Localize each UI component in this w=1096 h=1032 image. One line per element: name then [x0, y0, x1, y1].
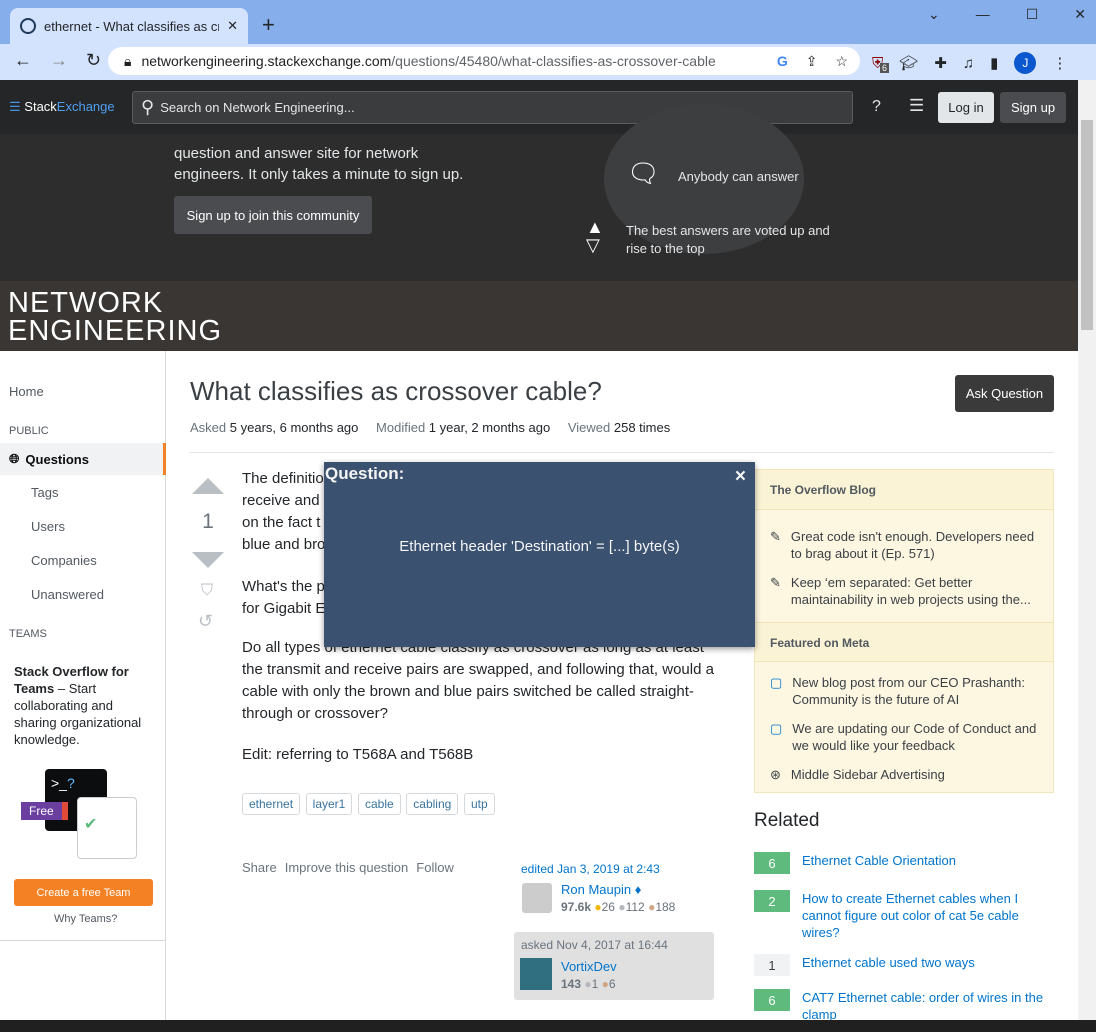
- vote-count: 1: [202, 510, 214, 533]
- question-meta: Asked 5 years, 6 months ago Modified 1 y…: [190, 420, 671, 435]
- browser-tab[interactable]: ethernet - What classifies as cross ✕: [10, 8, 248, 44]
- menu-icon[interactable]: ⋮: [1052, 54, 1067, 72]
- bookmark-icon[interactable]: ⛉: [201, 582, 213, 600]
- help-icon[interactable]: ?: [872, 98, 881, 116]
- tag-list: ethernet layer1 cable cabling utp: [242, 793, 497, 815]
- ublock-extension-icon[interactable]: ⛨ 6: [872, 55, 890, 73]
- nav-questions[interactable]: 🌐︎ Questions: [0, 443, 166, 475]
- chat-bubble-icon: ▢: [770, 675, 783, 690]
- reload-icon[interactable]: ↻: [86, 50, 101, 71]
- pencil-icon: ✎: [770, 575, 781, 590]
- forward-icon[interactable]: →: [50, 50, 68, 71]
- signup-button[interactable]: Sign up: [1000, 92, 1066, 123]
- google-icon[interactable]: G: [777, 53, 788, 70]
- meta-item[interactable]: ▢ We are updating our Code of Conduct and…: [755, 714, 1053, 760]
- stackexchange-logo[interactable]: ☰ StackExchange: [9, 99, 115, 115]
- related-item[interactable]: 6 Ethernet Cable Orientation: [754, 852, 1054, 874]
- maximize-icon[interactable]: ☐: [1026, 6, 1039, 23]
- meta-item[interactable]: ⊛ Middle Sidebar Advertising: [755, 760, 1053, 789]
- media-icon[interactable]: ♫: [963, 55, 974, 72]
- meta-item[interactable]: ▢ New blog post from our CEO Prashanth: C…: [755, 668, 1053, 714]
- tab-search-icon[interactable]: ⌄: [928, 6, 940, 23]
- blog-item[interactable]: ✎ Keep ‘em separated: Get better maintain…: [755, 568, 1053, 614]
- speech-bubble-icon: 🗨︎: [627, 158, 661, 188]
- extensions-puzzle-icon[interactable]: ✚: [934, 54, 947, 72]
- question-paragraph-3: Do all types of ethernet cable classify …: [242, 639, 714, 722]
- why-teams-link[interactable]: Why Teams?: [54, 913, 117, 925]
- close-tab-icon[interactable]: ✕: [227, 18, 238, 34]
- ask-question-button[interactable]: Ask Question: [955, 375, 1054, 412]
- blog-item[interactable]: ✎ Great code isn't enough. Developers nee…: [755, 522, 1053, 568]
- related-item[interactable]: 2 How to create Ethernet cables when I ca…: [754, 890, 1054, 941]
- login-button[interactable]: Log in: [938, 92, 994, 123]
- follow-link[interactable]: Follow: [416, 860, 454, 875]
- nav-users[interactable]: Users: [0, 510, 166, 542]
- scrollbar[interactable]: [1078, 80, 1096, 1020]
- create-team-button[interactable]: Create a free Team: [14, 879, 153, 906]
- chat-bubble-icon: ▢: [770, 721, 783, 736]
- bookmark-star-icon[interactable]: ☆: [835, 53, 848, 70]
- author-avatar[interactable]: [520, 958, 552, 990]
- overflow-blog-widget: The Overflow Blog ✎ Great code isn't enou…: [754, 469, 1054, 793]
- nav-tags[interactable]: Tags: [0, 476, 166, 508]
- editor-reputation: 97.6k ●26 ●112 ●188: [561, 900, 676, 914]
- related-item[interactable]: 6 CAT7 Ethernet cable: order of wires in …: [754, 989, 1054, 1023]
- address-bar[interactable]: 🔒︎ networkengineering.stackexchange.com/…: [108, 47, 860, 75]
- asked-card: asked Nov 4, 2017 at 16:44 VortixDev 143…: [514, 932, 714, 1000]
- profile-avatar[interactable]: J: [1014, 52, 1037, 74]
- site-switcher-icon[interactable]: ☰: [909, 96, 924, 116]
- nav-companies[interactable]: Companies: [0, 544, 166, 576]
- nav-unanswered[interactable]: Unanswered: [0, 578, 166, 610]
- taskbar-edge: [0, 1020, 1096, 1032]
- back-icon[interactable]: ←: [14, 50, 32, 71]
- share-icon[interactable]: ⇪: [806, 53, 818, 70]
- site-banner: NETWORK ENGINEERING: [0, 281, 1078, 351]
- minimize-icon[interactable]: —: [976, 6, 990, 23]
- side-panel-icon[interactable]: ▮: [990, 54, 998, 72]
- related-item[interactable]: 1 Ethernet cable used two ways: [754, 954, 1054, 976]
- downvote-button[interactable]: [192, 552, 224, 568]
- related-heading: Related: [754, 810, 820, 831]
- popup-question-text: Ethernet header 'Destination' = [...] by…: [399, 538, 680, 555]
- pencil-icon: ✎: [770, 529, 781, 544]
- tag-ethernet[interactable]: ethernet: [242, 793, 301, 815]
- signup-hero: question and answer site for network engi…: [0, 104, 1078, 281]
- lock-icon: 🔒︎: [124, 52, 132, 69]
- join-community-button[interactable]: Sign up to join this community: [174, 196, 372, 234]
- search-icon: ⚲: [141, 97, 155, 117]
- tag-layer1[interactable]: layer1: [305, 793, 353, 815]
- left-sidebar: Home PUBLIC 🌐︎ Questions Tags Users Compa…: [0, 351, 166, 1020]
- close-window-icon[interactable]: ✕: [1074, 6, 1086, 23]
- question-paragraph-4: Edit: referring to T568A and T568B: [242, 746, 474, 763]
- extension-icon[interactable]: 🎓︎: [899, 54, 918, 72]
- tag-cable[interactable]: cable: [357, 793, 401, 815]
- share-link[interactable]: Share: [242, 860, 277, 875]
- tag-utp[interactable]: utp: [463, 793, 495, 815]
- nav-home[interactable]: Home: [0, 375, 166, 407]
- history-icon[interactable]: ↺: [198, 611, 213, 632]
- globe-icon: 🌐︎: [9, 451, 20, 466]
- question-popup: Question: × Ethernet header 'Destination…: [324, 462, 755, 647]
- editor-name[interactable]: Ron Maupin: [561, 882, 631, 897]
- editor-avatar[interactable]: [522, 883, 552, 913]
- author-reputation: 143 ●1 ●6: [561, 977, 616, 991]
- upvote-button[interactable]: [192, 478, 224, 494]
- vote-arrows-icon: ▲ ▽: [586, 217, 604, 255]
- close-icon[interactable]: ×: [735, 466, 746, 488]
- page-title[interactable]: What classifies as crossover cable?: [190, 376, 602, 407]
- tag-cabling[interactable]: cabling: [406, 793, 459, 815]
- improve-link[interactable]: Improve this question: [285, 860, 409, 875]
- author-name[interactable]: VortixDev: [561, 959, 617, 974]
- site-favicon-icon: [20, 18, 36, 34]
- popup-title: Question:: [325, 464, 405, 483]
- edited-link[interactable]: edited Jan 3, 2019 at 2:43: [521, 862, 660, 876]
- stackexchange-icon: ⊛: [770, 767, 781, 782]
- new-tab-icon[interactable]: +: [262, 12, 275, 38]
